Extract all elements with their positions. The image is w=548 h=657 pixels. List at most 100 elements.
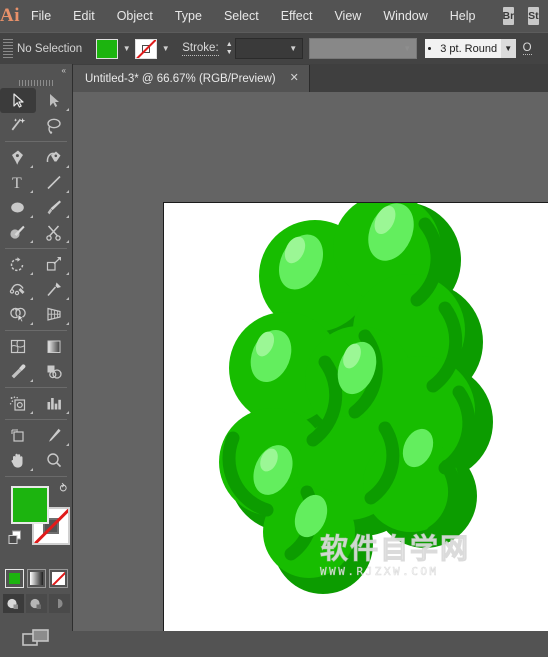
stroke-profile-select[interactable]: ▼	[308, 38, 417, 59]
tool-grid: T	[0, 88, 72, 480]
draw-behind-button[interactable]	[25, 594, 47, 613]
color-mode-button[interactable]	[4, 569, 24, 588]
tool-more-icon	[66, 240, 69, 243]
stroke-weight-chevron-down-icon[interactable]: ▼	[285, 39, 302, 58]
tool-more-icon	[30, 468, 33, 471]
tool-more-icon	[66, 165, 69, 168]
menu-file[interactable]: File	[20, 0, 62, 32]
tool-more-icon	[30, 190, 33, 193]
tools-panel: « T ⥁	[0, 64, 73, 646]
direct-selection-tool[interactable]	[36, 88, 72, 113]
tool-more-icon	[30, 297, 33, 300]
none-icon	[51, 572, 65, 585]
stroke-profile-chevron-down-icon[interactable]: ▼	[399, 39, 416, 58]
stroke-weight-label[interactable]: Stroke:	[182, 42, 219, 56]
line-segment-tool[interactable]	[36, 170, 72, 195]
control-bar-grip[interactable]	[3, 38, 13, 59]
close-icon[interactable]: ✕	[290, 73, 299, 84]
shape-builder-tool[interactable]	[0, 302, 36, 327]
artwork-green-grape-cluster[interactable]	[73, 92, 548, 631]
zoom-tool[interactable]	[36, 448, 72, 473]
slice-tool[interactable]	[36, 423, 72, 448]
tool-more-icon	[30, 240, 33, 243]
tools-panel-header: «	[0, 64, 72, 77]
tool-divider	[5, 476, 67, 477]
menu-select[interactable]: Select	[213, 0, 270, 32]
tool-more-icon	[66, 215, 69, 218]
gradient-mode-button[interactable]	[26, 569, 46, 588]
menu-help[interactable]: Help	[439, 0, 487, 32]
fill-color-swatch[interactable]	[96, 38, 119, 59]
perspective-grid-tool[interactable]	[36, 302, 72, 327]
none-slash-icon	[136, 39, 157, 58]
gradient-tool[interactable]	[36, 334, 72, 359]
tool-divider	[5, 419, 67, 420]
column-graph-tool[interactable]	[36, 391, 72, 416]
symbol-sprayer-tool[interactable]	[0, 391, 36, 416]
pencil-tool[interactable]	[0, 220, 36, 245]
control-bar: No Selection ▼ ▼ Stroke: ▲ ▼ ▼ ▼ 3 pt. Ro…	[0, 32, 548, 65]
fill-color-box[interactable]	[11, 486, 49, 524]
stroke-chevron-down-icon[interactable]: ▼	[157, 39, 174, 58]
type-tool[interactable]: T	[0, 170, 36, 195]
eyedropper-tool[interactable]	[0, 359, 36, 384]
magic-wand-tool[interactable]	[0, 113, 36, 138]
tool-more-icon	[66, 190, 69, 193]
menu-edit[interactable]: Edit	[62, 0, 106, 32]
menu-view[interactable]: View	[323, 0, 372, 32]
tools-panel-grip[interactable]	[0, 77, 72, 88]
selection-status-label: No Selection	[17, 42, 83, 55]
pen-tool[interactable]	[0, 145, 36, 170]
default-fill-stroke-icon[interactable]	[8, 530, 23, 545]
ai-logo-icon: Ai	[0, 5, 20, 26]
opacity-label[interactable]: O	[522, 42, 532, 55]
color-controls: ⥁	[0, 482, 72, 568]
color-mode-row	[0, 569, 72, 588]
stroke-weight-input[interactable]: ▼	[234, 38, 303, 59]
draw-normal-button[interactable]	[2, 594, 24, 613]
none-mode-button[interactable]	[48, 569, 68, 588]
tool-more-icon	[30, 165, 33, 168]
hand-tool[interactable]	[0, 448, 36, 473]
canvas-area[interactable]: 软件自学网 WWW.RJZXW.COM	[73, 92, 548, 631]
swap-fill-stroke-icon[interactable]: ⥁	[59, 484, 67, 495]
curvature-tool[interactable]	[36, 145, 72, 170]
collapse-panel-icon[interactable]: «	[62, 66, 67, 75]
free-transform-tool[interactable]	[36, 277, 72, 302]
tool-more-icon	[30, 322, 33, 325]
menu-window[interactable]: Window	[372, 0, 438, 32]
menu-object[interactable]: Object	[106, 0, 164, 32]
brush-chevron-down-icon[interactable]: ▼	[500, 39, 516, 58]
width-tool[interactable]	[0, 277, 36, 302]
stroke-weight-stepper[interactable]: ▲ ▼	[224, 39, 235, 59]
tool-divider	[5, 141, 67, 142]
document-tab-bar: Untitled-3* @ 66.67% (RGB/Preview) ✕	[72, 64, 548, 93]
menu-type[interactable]: Type	[164, 0, 213, 32]
mesh-tool[interactable]	[0, 334, 36, 359]
tool-more-icon	[30, 215, 33, 218]
document-tab-label: Untitled-3* @ 66.67% (RGB/Preview)	[85, 72, 276, 85]
bridge-button[interactable]: Br	[502, 7, 515, 25]
stroke-color-swatch[interactable]	[135, 38, 158, 59]
draw-inside-button[interactable]	[48, 594, 70, 613]
selection-tool[interactable]	[0, 88, 36, 113]
document-tab[interactable]: Untitled-3* @ 66.67% (RGB/Preview) ✕	[72, 65, 310, 92]
ellipse-tool[interactable]	[0, 195, 36, 220]
blend-tool[interactable]	[36, 359, 72, 384]
gradient-icon	[29, 572, 43, 585]
menu-bar: Ai File Edit Object Type Select Effect V…	[0, 0, 548, 32]
stock-button[interactable]: St	[528, 7, 539, 25]
scissors-tool[interactable]	[36, 220, 72, 245]
paintbrush-tool[interactable]	[36, 195, 72, 220]
rotate-tool[interactable]	[0, 252, 36, 277]
fill-chevron-down-icon[interactable]: ▼	[118, 39, 135, 58]
tool-divider	[5, 248, 67, 249]
tool-more-icon	[66, 297, 69, 300]
menu-effect[interactable]: Effect	[270, 0, 324, 32]
svg-text:T: T	[12, 175, 22, 191]
brush-dot-icon	[428, 47, 432, 50]
brush-preset-select[interactable]: 3 pt. Round	[424, 39, 501, 58]
lasso-tool[interactable]	[36, 113, 72, 138]
artboard-tool[interactable]	[0, 423, 36, 448]
scale-tool[interactable]	[36, 252, 72, 277]
